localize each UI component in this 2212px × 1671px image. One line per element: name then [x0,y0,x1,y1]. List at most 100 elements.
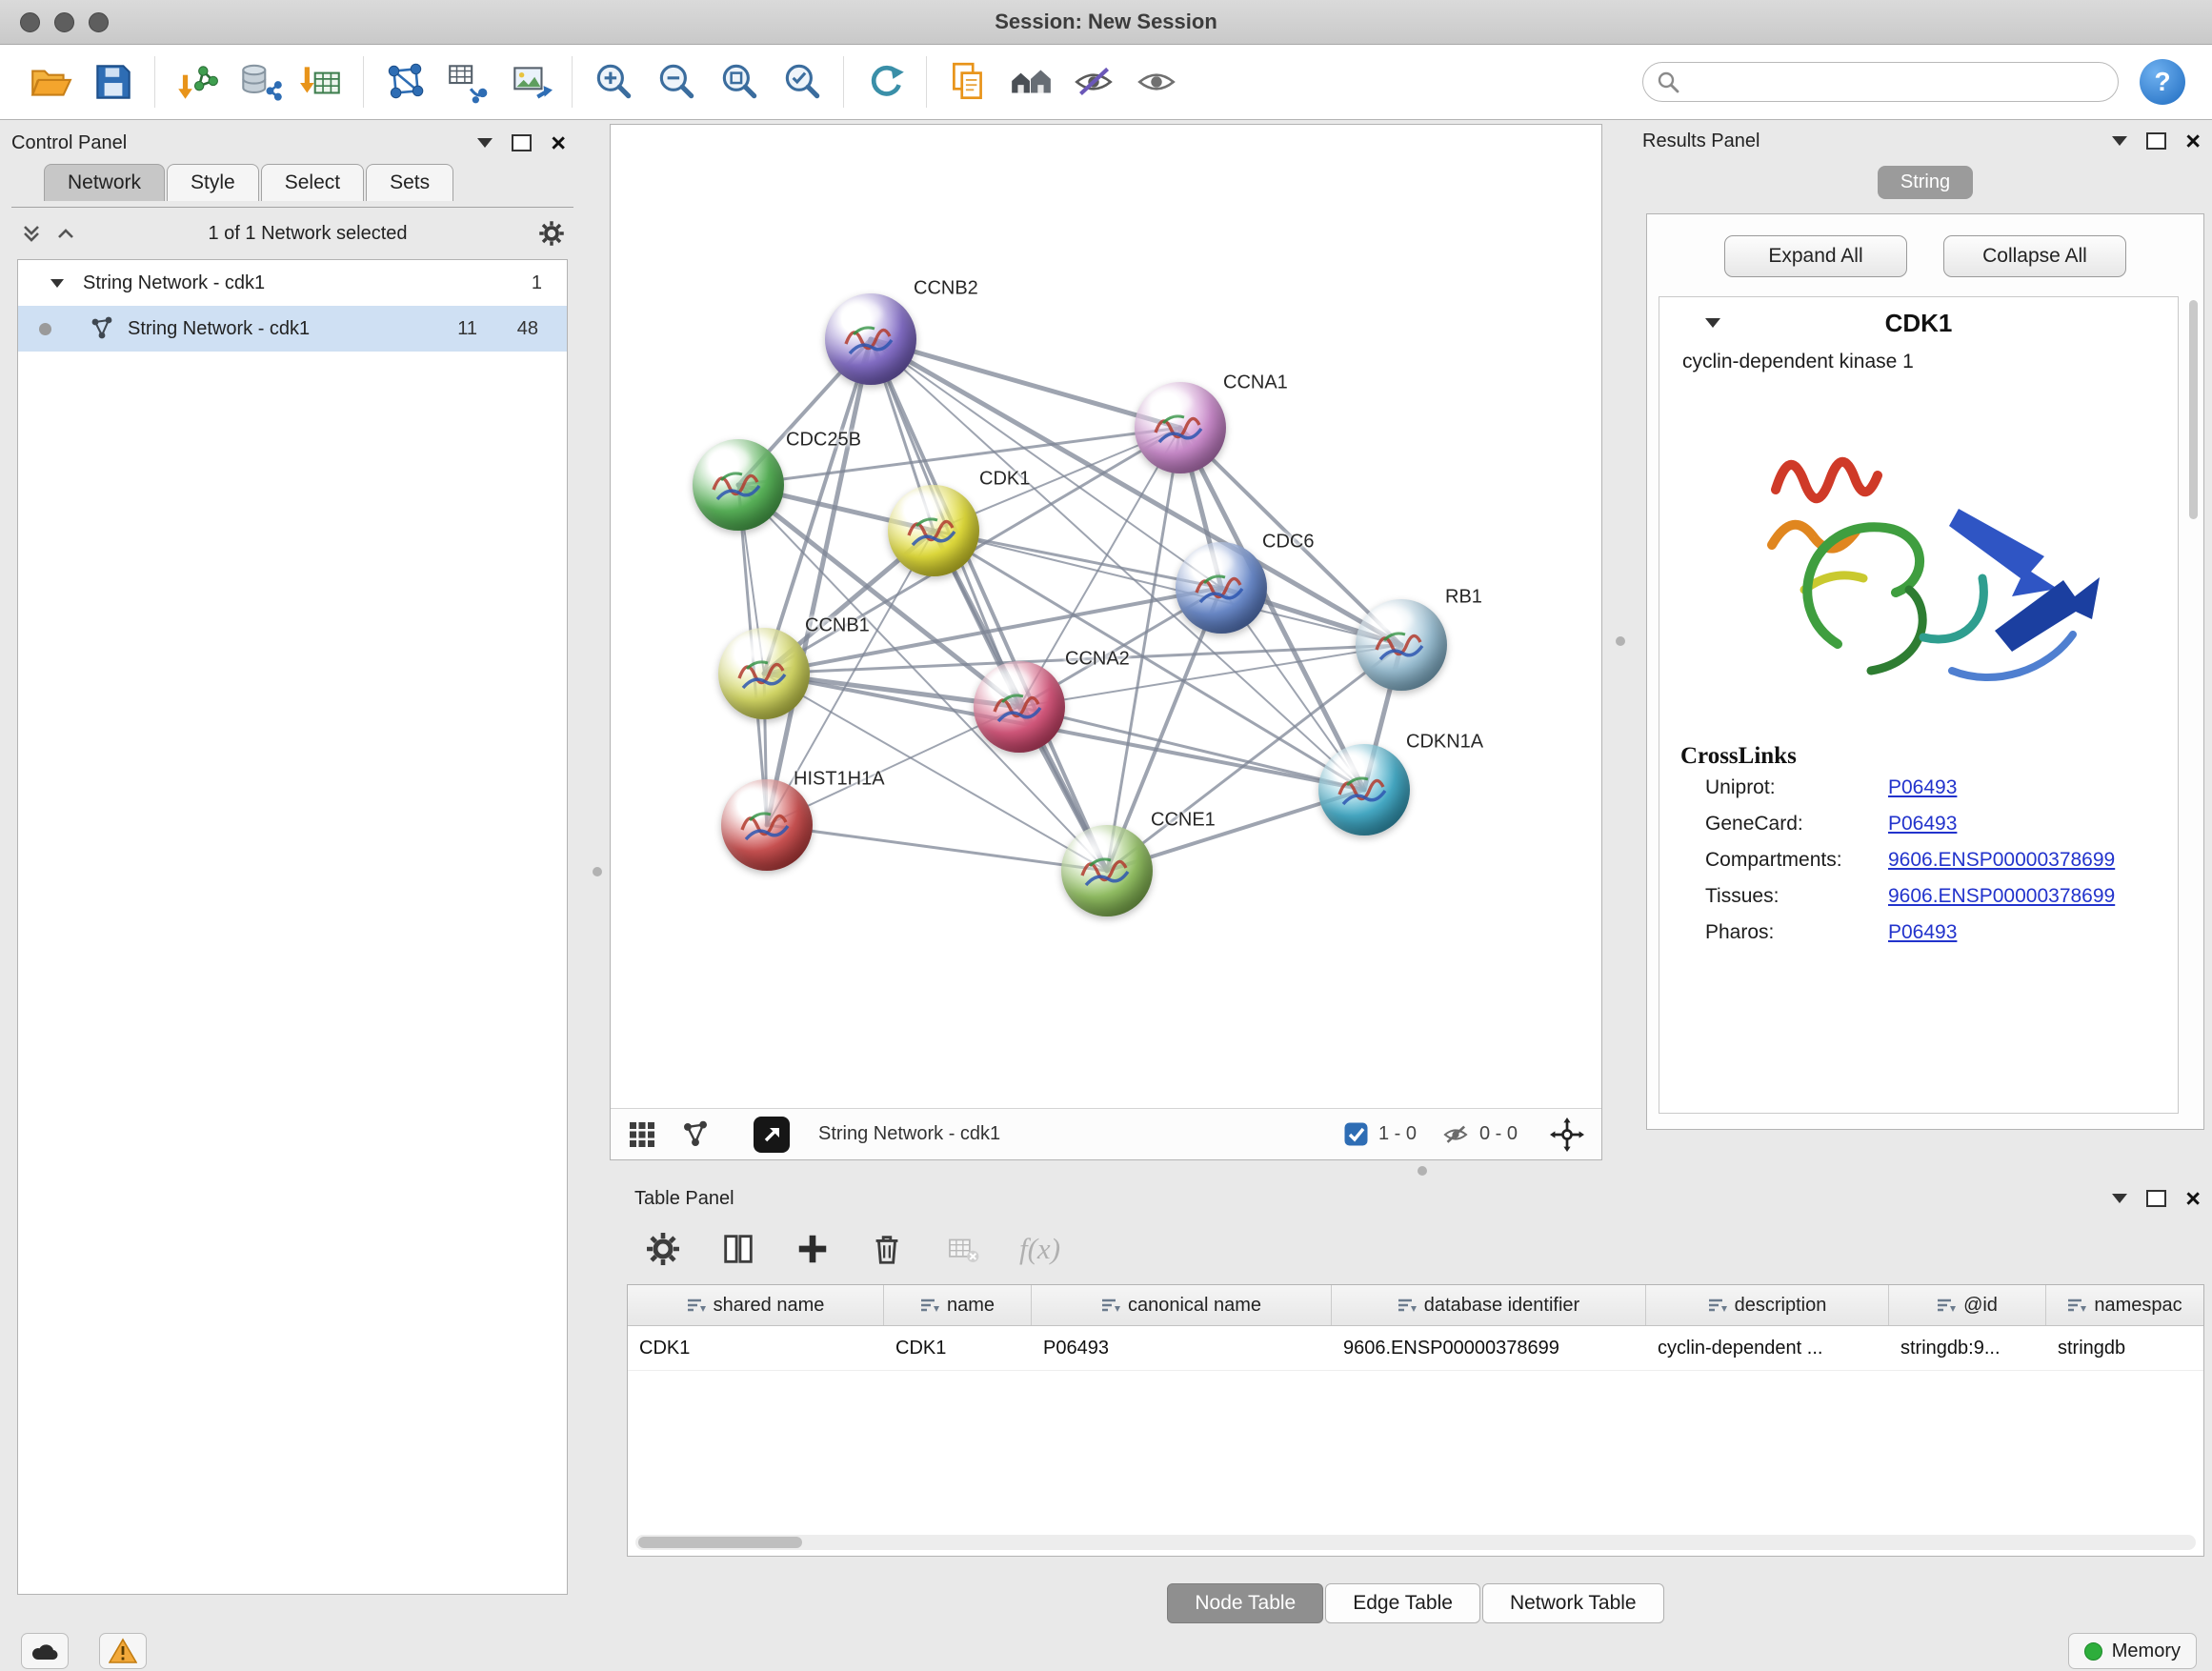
close-panel-icon[interactable]: × [2185,131,2201,151]
collapse-gene-icon[interactable] [1705,318,1720,328]
vertical-splitter-handle[interactable] [593,867,602,876]
expand-all-button[interactable]: Expand All [1724,235,1907,277]
tab-select[interactable]: Select [261,164,364,201]
collapse-all-button[interactable]: Collapse All [1943,235,2126,277]
tab-edge-table[interactable]: Edge Table [1325,1583,1480,1623]
cell-canonical-name[interactable]: P06493 [1032,1326,1332,1370]
panel-menu-icon[interactable] [2112,1194,2127,1203]
tab-node-table[interactable]: Node Table [1167,1583,1323,1623]
help-button[interactable]: ? [2140,59,2185,105]
new-network-button[interactable] [373,51,436,112]
tab-sets[interactable]: Sets [366,164,453,201]
warnings-button[interactable] [99,1633,147,1669]
column-header-shared-name[interactable]: shared name [628,1285,884,1325]
network-node-RB1[interactable] [1356,599,1447,691]
float-panel-icon[interactable] [2146,132,2166,150]
table-row[interactable]: CDK1 CDK1 P06493 9606.ENSP00000378699 cy… [628,1326,2203,1371]
results-panel: Results Panel × String Expand All Collap… [1642,124,2208,1160]
import-network-file-button[interactable] [165,51,228,112]
genecard-link[interactable]: P06493 [1888,813,1957,836]
cell-id[interactable]: stringdb:9... [1889,1326,2046,1370]
save-session-button[interactable] [82,51,145,112]
selected-items-checkbox-icon[interactable] [1343,1121,1369,1147]
network-node-CCNB2[interactable] [825,293,916,385]
tab-network-table[interactable]: Network Table [1482,1583,1664,1623]
uniprot-link[interactable]: P06493 [1888,776,1957,799]
network-row-selected[interactable]: String Network - cdk1 11 48 [18,306,567,352]
cell-namespace[interactable]: stringdb [2046,1326,2203,1370]
results-scrollbar[interactable] [2189,300,2198,519]
gene-card-header[interactable]: CDK1 [1659,297,2178,349]
network-overview-icon[interactable] [681,1120,710,1149]
column-header-description[interactable]: description [1646,1285,1889,1325]
open-session-button[interactable] [19,51,82,112]
panel-menu-icon[interactable] [477,138,493,148]
zoom-selected-button[interactable] [771,51,834,112]
search-input[interactable] [1642,62,2119,102]
zoom-out-button[interactable] [645,51,708,112]
zoom-fit-button[interactable] [708,51,771,112]
network-node-CDC25B[interactable] [693,439,784,531]
grid-view-icon[interactable] [628,1120,656,1149]
home-views-button[interactable] [999,51,1062,112]
tab-style[interactable]: Style [167,164,259,201]
cell-name[interactable]: CDK1 [884,1326,1032,1370]
pharos-link[interactable]: P06493 [1888,921,1957,944]
compartments-link[interactable]: 9606.ENSP00000378699 [1888,849,2115,872]
detach-view-button[interactable] [754,1117,790,1153]
network-node-CDK1[interactable] [888,485,979,576]
column-header-name[interactable]: name [884,1285,1032,1325]
show-columns-icon[interactable] [720,1231,756,1267]
expand-all-rows-icon[interactable] [19,221,44,246]
scrollbar-thumb[interactable] [638,1537,802,1548]
column-header-id[interactable]: @id [1889,1285,2046,1325]
cell-description[interactable]: cyclin-dependent ... [1646,1326,1889,1370]
window-title: Session: New Session [0,0,2212,44]
panel-menu-icon[interactable] [2112,136,2127,146]
network-node-CCNE1[interactable] [1061,825,1153,916]
network-node-CDKN1A[interactable] [1318,744,1410,836]
tree-expander-icon[interactable] [50,279,64,288]
collapse-all-rows-icon[interactable] [53,221,78,246]
close-panel-icon[interactable]: × [551,133,566,152]
cloud-status-button[interactable] [21,1633,69,1669]
float-panel-icon[interactable] [512,134,532,151]
eye-slash-icon [1071,59,1116,105]
string-results-tab[interactable]: String [1642,166,2208,199]
import-table-button[interactable] [291,51,353,112]
document-button[interactable] [936,51,999,112]
add-column-icon[interactable] [794,1231,831,1267]
tissues-link[interactable]: 9606.ENSP00000378699 [1888,885,2115,908]
network-node-CCNA2[interactable] [974,661,1065,753]
pan-crosshair-icon[interactable] [1550,1117,1584,1152]
vertical-splitter-handle[interactable] [1616,636,1625,646]
column-header-namespace[interactable]: namespac [2046,1285,2203,1325]
horizontal-scrollbar[interactable] [635,1535,2196,1550]
column-header-canonical-name[interactable]: canonical name [1032,1285,1332,1325]
close-panel-icon[interactable]: × [2185,1189,2201,1208]
tab-network[interactable]: Network [44,164,165,201]
delete-column-icon[interactable] [869,1231,905,1267]
float-panel-icon[interactable] [2146,1190,2166,1207]
column-header-database-identifier[interactable]: database identifier [1332,1285,1646,1325]
memory-button[interactable]: Memory [2068,1633,2197,1669]
hidden-items-eye-slash-icon[interactable] [1441,1120,1470,1149]
horizontal-splitter-handle[interactable] [1418,1166,1427,1176]
import-network-database-button[interactable] [228,51,291,112]
network-node-CDC6[interactable] [1176,542,1267,634]
network-collection-row[interactable]: String Network - cdk1 1 [18,260,567,306]
show-graphics-button[interactable] [1125,51,1188,112]
network-node-HIST1H1A[interactable] [721,779,813,871]
cell-database-identifier[interactable]: 9606.ENSP00000378699 [1332,1326,1646,1370]
gear-icon[interactable] [537,219,566,248]
cell-shared-name[interactable]: CDK1 [628,1326,884,1370]
refresh-button[interactable] [854,51,916,112]
table-settings-gear-icon[interactable] [644,1230,682,1268]
export-image-button[interactable] [499,51,562,112]
network-node-CCNB1[interactable] [718,628,810,719]
hide-graphics-button[interactable] [1062,51,1125,112]
network-from-table-button[interactable] [436,51,499,112]
network-node-CCNA1[interactable] [1135,382,1226,473]
zoom-in-button[interactable] [582,51,645,112]
network-canvas[interactable]: CCNB2CCNA1CDC25BCDK1CDC6RB1CCNB1CCNA2CDK… [611,125,1601,1107]
